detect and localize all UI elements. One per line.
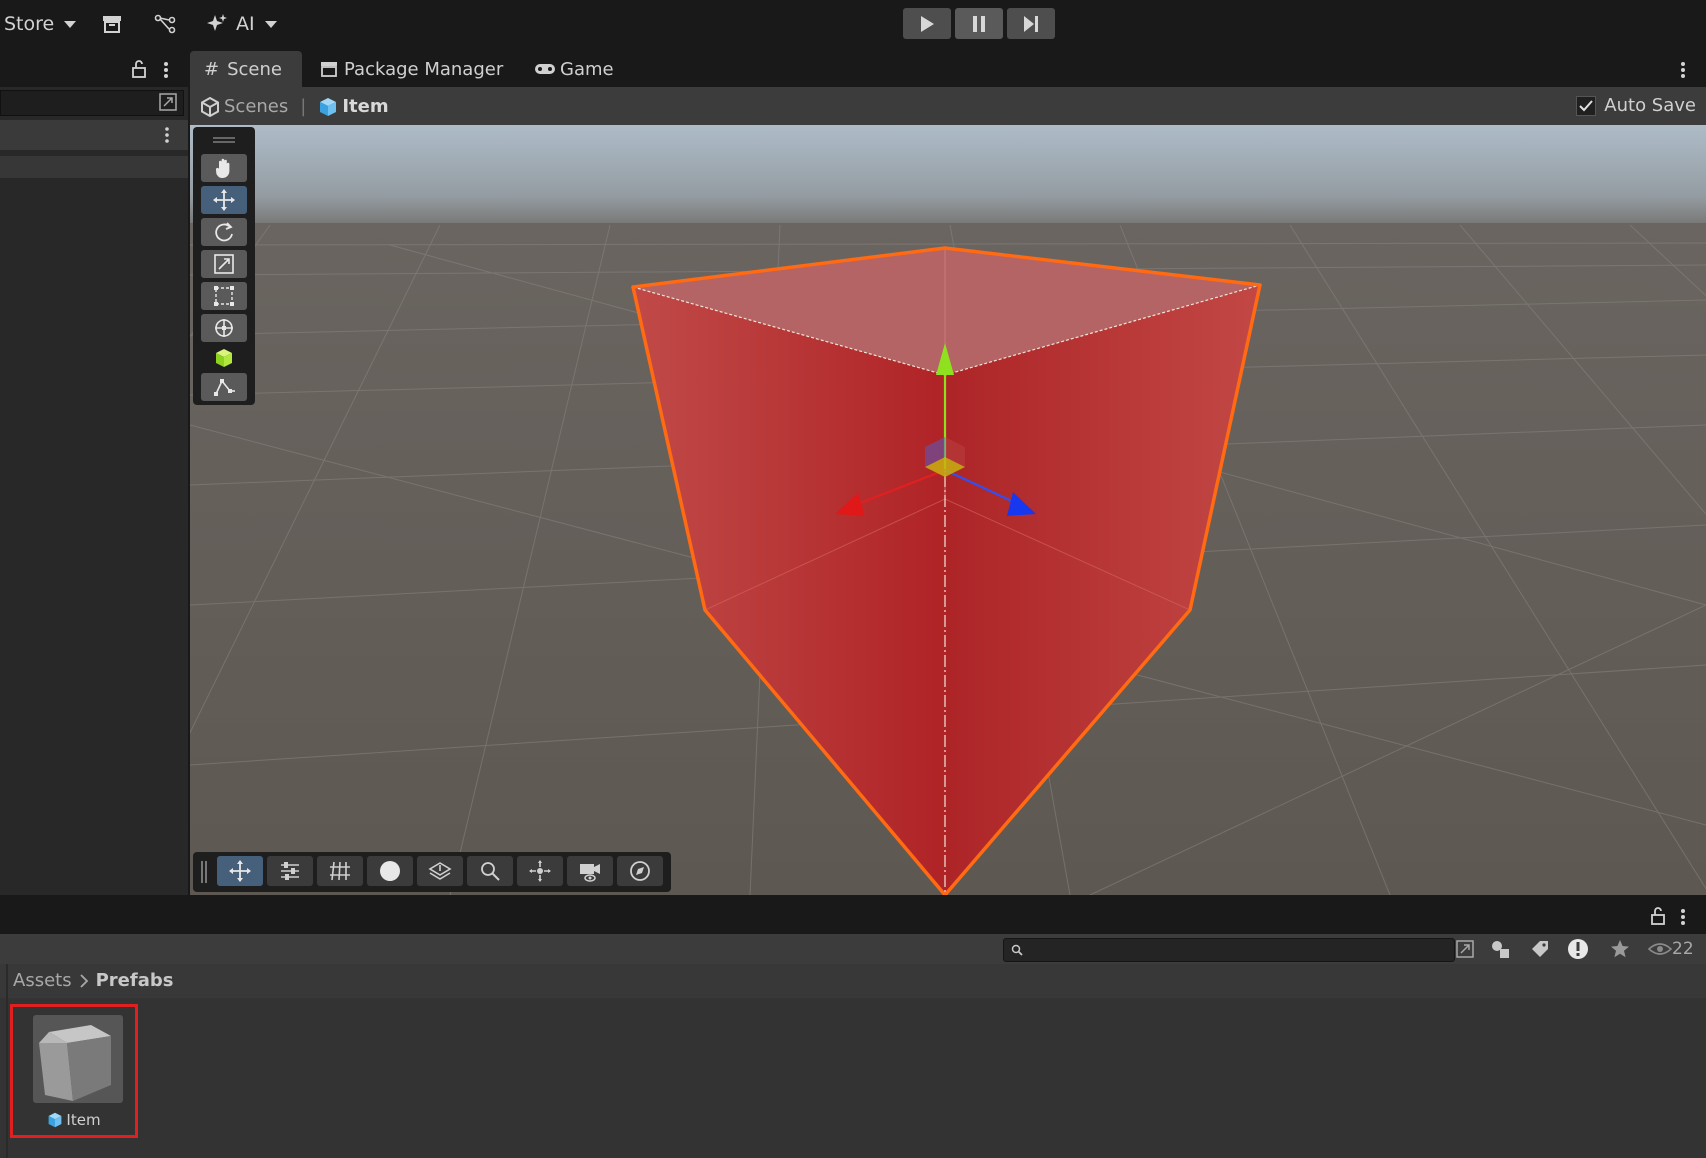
cube-preview-icon bbox=[39, 1025, 111, 1101]
search-icon bbox=[1011, 944, 1023, 956]
compass-icon[interactable] bbox=[617, 856, 663, 886]
rect-tool-icon[interactable] bbox=[201, 282, 247, 310]
move-handle-icon[interactable] bbox=[217, 856, 263, 886]
shading-sphere-icon[interactable] bbox=[367, 856, 413, 886]
hierarchy-search-input[interactable] bbox=[0, 90, 184, 116]
panel-divider bbox=[6, 964, 8, 998]
gamepad-icon bbox=[535, 64, 555, 74]
prefab-cube-icon bbox=[320, 97, 337, 116]
asset-label: Item bbox=[13, 1111, 135, 1129]
prefab-cube-icon bbox=[49, 1112, 62, 1128]
version-control-icon[interactable] bbox=[154, 10, 176, 38]
search-options-icon[interactable] bbox=[159, 93, 177, 115]
asset-item-item[interactable]: Item bbox=[10, 1004, 138, 1138]
play-button[interactable] bbox=[903, 8, 951, 39]
tab-package-manager-label: Package Manager bbox=[344, 58, 504, 80]
lock-icon[interactable] bbox=[131, 60, 147, 82]
step-icon bbox=[1024, 15, 1038, 32]
move-tool-icon[interactable] bbox=[201, 186, 247, 214]
store-dropdown[interactable]: Store bbox=[4, 10, 77, 38]
store-label: Store bbox=[4, 13, 55, 35]
grid-icon[interactable] bbox=[317, 856, 363, 886]
scene-viewport[interactable] bbox=[190, 125, 1706, 895]
panel-divider bbox=[6, 998, 8, 1158]
search-icon[interactable] bbox=[467, 856, 513, 886]
chevron-down-icon bbox=[64, 20, 77, 28]
asset-thumbnail bbox=[33, 1015, 123, 1103]
pivot-icon[interactable] bbox=[517, 856, 563, 886]
ai-dropdown[interactable]: AI bbox=[206, 10, 277, 38]
overlay-toolbar bbox=[193, 852, 671, 892]
pause-icon bbox=[973, 15, 985, 32]
project-tab-row bbox=[0, 898, 1706, 934]
scene-3d-render bbox=[190, 125, 1706, 895]
scale-tool-icon[interactable] bbox=[201, 250, 247, 278]
package-icon bbox=[321, 62, 337, 77]
search-options-icon[interactable] bbox=[1456, 940, 1474, 962]
scene-header: Scenes | Item Auto Save bbox=[190, 87, 1706, 125]
lock-icon[interactable] bbox=[1650, 907, 1666, 929]
breadcrumb-separator: | bbox=[300, 96, 307, 117]
step-button[interactable] bbox=[1007, 8, 1055, 39]
kebab-menu-icon[interactable] bbox=[1680, 908, 1686, 930]
toolbar-drag-handle[interactable] bbox=[205, 861, 207, 883]
tab-scene-label: Scene bbox=[227, 58, 282, 80]
breadcrumb-prefabs[interactable]: Prefabs bbox=[96, 970, 174, 991]
project-search-input[interactable] bbox=[1003, 938, 1455, 962]
breadcrumb-scenes[interactable]: Scenes bbox=[224, 96, 288, 117]
palette-drag-handle[interactable] bbox=[213, 141, 235, 143]
ai-label: AI bbox=[236, 13, 255, 35]
hash-icon: # bbox=[204, 58, 220, 80]
project-toolbar: 22 bbox=[0, 934, 1706, 964]
chevron-down-icon bbox=[264, 20, 277, 28]
toolbar-drag-handle[interactable] bbox=[201, 861, 203, 883]
auto-save-toggle[interactable]: Auto Save bbox=[1576, 95, 1696, 116]
warning-filter-icon[interactable] bbox=[1567, 938, 1589, 964]
project-breadcrumb-row: Assets Prefabs bbox=[0, 964, 1706, 998]
kebab-menu-icon[interactable] bbox=[164, 127, 170, 147]
tab-game[interactable]: Game bbox=[534, 51, 624, 87]
rotate-tool-icon[interactable] bbox=[201, 218, 247, 246]
breadcrumb-item[interactable]: Item bbox=[342, 96, 388, 117]
hierarchy-item-row[interactable] bbox=[0, 156, 188, 178]
tab-package-manager[interactable]: Package Manager bbox=[320, 51, 510, 87]
filter-by-type-icon[interactable] bbox=[1490, 938, 1512, 964]
tab-game-label: Game bbox=[560, 58, 614, 80]
spline-tool-icon[interactable] bbox=[201, 373, 247, 401]
asset-name: Item bbox=[66, 1111, 101, 1129]
skybox bbox=[190, 125, 1706, 235]
favorites-star-icon[interactable] bbox=[1610, 939, 1630, 963]
kebab-menu-icon[interactable] bbox=[163, 61, 169, 83]
visible-count-label: 22 bbox=[1672, 939, 1694, 959]
hierarchy-scene-row[interactable] bbox=[0, 120, 188, 150]
palette-drag-handle[interactable] bbox=[213, 137, 235, 139]
tab-scene[interactable]: # Scene bbox=[190, 51, 302, 87]
hierarchy-panel bbox=[0, 87, 188, 895]
auto-save-label: Auto Save bbox=[1604, 95, 1696, 116]
tool-palette bbox=[193, 127, 255, 405]
ai-sparkle-icon bbox=[207, 14, 227, 31]
breadcrumb-assets[interactable]: Assets bbox=[13, 970, 72, 991]
view-tool-hand-icon[interactable] bbox=[201, 154, 247, 182]
custom-tool-cube-icon[interactable] bbox=[201, 345, 247, 371]
archive-icon[interactable] bbox=[102, 10, 122, 38]
gizmo-layers-icon[interactable] bbox=[417, 856, 463, 886]
eye-icon bbox=[1648, 943, 1672, 955]
camera-icon[interactable] bbox=[567, 856, 613, 886]
unity-scene-icon bbox=[201, 96, 219, 117]
filter-by-label-icon[interactable] bbox=[1530, 939, 1550, 963]
transform-tool-icon[interactable] bbox=[201, 314, 247, 342]
kebab-menu-icon[interactable] bbox=[1680, 61, 1686, 83]
project-asset-grid: Item bbox=[0, 998, 1706, 1158]
visibility-count[interactable]: 22 bbox=[1648, 939, 1694, 959]
checkbox-checked-icon[interactable] bbox=[1576, 95, 1597, 116]
play-icon bbox=[921, 15, 934, 32]
breadcrumb: Scenes | Item bbox=[200, 96, 389, 117]
chevron-right-icon bbox=[79, 973, 88, 988]
breadcrumb: Assets Prefabs bbox=[13, 970, 173, 991]
settings-icon[interactable] bbox=[267, 856, 313, 886]
main-toolbar: Store AI bbox=[0, 0, 1706, 48]
pause-button[interactable] bbox=[955, 8, 1003, 39]
